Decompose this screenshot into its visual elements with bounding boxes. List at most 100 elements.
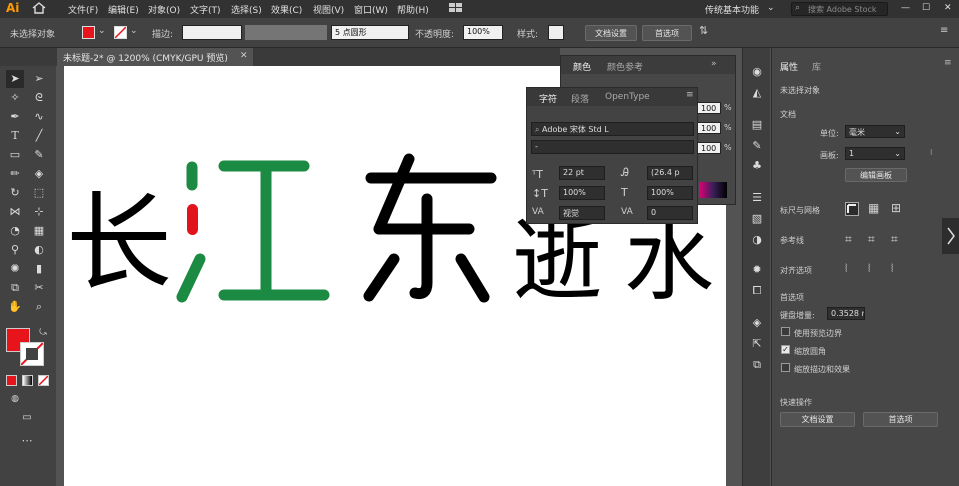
artboard-select[interactable]: 1 ⌄ <box>845 147 905 160</box>
align-to-key-icon[interactable]: ⦚ <box>868 262 870 276</box>
opacity-input[interactable]: 100% <box>463 25 503 40</box>
color-value-2[interactable]: 100 <box>697 122 721 134</box>
pencil-icon[interactable]: ✏ <box>6 165 24 183</box>
scale-tool-icon[interactable]: ⬚ <box>30 184 48 202</box>
menu-object[interactable]: 对象(O) <box>148 3 180 16</box>
graphic-style-swatch[interactable] <box>548 25 564 40</box>
maximize-button[interactable]: ☐ <box>922 3 930 13</box>
color-panel-tab[interactable]: 颜色 <box>573 60 591 73</box>
lasso-icon[interactable]: ᘓ <box>30 89 48 107</box>
scale-corners-checkbox[interactable]: ✓ <box>781 345 790 354</box>
keyboard-increment-input[interactable]: 0.3528 m <box>827 307 865 320</box>
color-value-1[interactable]: 100 <box>697 102 721 114</box>
control-bar-menu-icon[interactable]: ≡ <box>940 25 948 36</box>
artboard-tool-icon[interactable]: ⧉ <box>6 279 24 297</box>
grid-icon[interactable]: ▦ <box>868 201 879 215</box>
panel-menu-icon[interactable]: ≡ <box>686 90 694 100</box>
gradient-panel-icon[interactable]: ▧ <box>748 210 766 228</box>
color-guide-icon[interactable]: ◭ <box>748 84 766 102</box>
menu-select[interactable]: 选择(S) <box>231 3 262 16</box>
opentype-tab[interactable]: OpenType <box>605 92 650 102</box>
leading-input[interactable]: (26.4 p <box>647 166 693 180</box>
direct-selection-tool-icon[interactable]: ➢ <box>30 70 48 88</box>
smart-guides-icon[interactable]: ⌗ <box>891 232 898 247</box>
rulers-icon[interactable] <box>845 202 859 216</box>
font-family-select[interactable]: ⌕ Adobe 宋体 Std L <box>531 122 694 136</box>
character-tab[interactable]: 字符 <box>539 92 557 105</box>
preview-bounds-checkbox[interactable] <box>781 327 790 336</box>
transparency-icon[interactable]: ◑ <box>748 231 766 249</box>
menu-type[interactable]: 文字(T) <box>190 3 221 16</box>
export-icon[interactable]: ⇱ <box>748 335 766 353</box>
symbol-sprayer-icon[interactable]: ✺ <box>6 260 24 278</box>
menu-view[interactable]: 视图(V) <box>313 3 344 16</box>
font-style-select[interactable]: - <box>531 140 694 154</box>
document-tab[interactable]: 未标题-2* @ 1200% (CMYK/GPU 预览) ✕ <box>57 48 253 66</box>
stroke-swatch[interactable] <box>114 26 127 39</box>
paragraph-tab[interactable]: 段落 <box>571 92 589 105</box>
symbols-icon[interactable]: ♣ <box>748 157 766 175</box>
brush-definition[interactable]: 5 点圆形 <box>331 25 409 40</box>
properties-tab[interactable]: 属性 <box>780 60 798 73</box>
minimize-button[interactable]: — <box>901 3 910 13</box>
align-to-pixel-icon[interactable]: ⦚ <box>845 262 847 276</box>
magic-wand-icon[interactable]: ✧ <box>6 89 24 107</box>
variable-width-profile[interactable] <box>245 25 327 40</box>
stock-search[interactable]: ⌕ 搜索 Adobe Stock <box>791 2 888 16</box>
menu-window[interactable]: 窗口(W) <box>354 3 388 16</box>
kerning-input[interactable]: 视觉 <box>559 206 605 220</box>
graph-tool-icon[interactable]: ▮ <box>30 260 48 278</box>
gradient-mode-button[interactable] <box>22 375 33 386</box>
collapse-panel-button[interactable] <box>942 218 959 254</box>
menu-effect[interactable]: 效果(C) <box>271 3 302 16</box>
layers-icon[interactable]: ◈ <box>748 314 766 332</box>
quick-preferences-button[interactable]: 首选项 <box>863 412 938 427</box>
swatches-icon[interactable]: ▤ <box>748 116 766 134</box>
menu-edit[interactable]: 编辑(E) <box>108 3 139 16</box>
screen-mode-icon[interactable]: ▭ <box>18 409 36 427</box>
properties-menu-icon[interactable]: ≡ <box>944 58 952 68</box>
more-tools-icon[interactable]: ⋯ <box>18 432 36 450</box>
gradient-tool-icon[interactable]: ▦ <box>30 222 48 240</box>
menu-help[interactable]: 帮助(H) <box>397 3 429 16</box>
font-size-input[interactable]: 22 pt <box>559 166 605 180</box>
graphic-styles-icon[interactable]: ⧠ <box>748 282 766 300</box>
units-select[interactable]: 毫米 ⌄ <box>845 125 905 138</box>
line-tool-icon[interactable]: ╱ <box>30 127 48 145</box>
swap-colors-icon[interactable]: ⤿ <box>34 324 52 342</box>
artboards-panel-icon[interactable]: ⧉ <box>748 356 766 374</box>
workspace-switcher[interactable]: 传统基本功能 <box>705 3 759 16</box>
close-button[interactable]: ✕ <box>944 3 952 13</box>
home-icon[interactable] <box>32 2 46 14</box>
horizontal-scale-input[interactable]: 100% <box>647 186 693 200</box>
paintbrush-icon[interactable]: ✎ <box>30 146 48 164</box>
color-mode-button[interactable] <box>6 375 17 386</box>
slice-tool-icon[interactable]: ✂ <box>30 279 48 297</box>
color-guide-tab[interactable]: 颜色参考 <box>607 60 643 73</box>
zoom-tool-icon[interactable]: ⌕ <box>30 298 48 316</box>
lock-guides-icon[interactable]: ⌗ <box>868 232 875 247</box>
rectangle-tool-icon[interactable]: ▭ <box>6 146 24 164</box>
width-tool-icon[interactable]: ⋈ <box>6 203 24 221</box>
color-value-3[interactable]: 100 <box>697 142 721 154</box>
curvature-tool-icon[interactable]: ∿ <box>30 108 48 126</box>
pixel-grid-icon[interactable]: ⊞ <box>891 201 901 215</box>
color-panel-collapse-icon[interactable]: » <box>711 59 717 69</box>
preferences-button[interactable]: 首选项 <box>642 25 692 41</box>
appearance-icon[interactable]: ✹ <box>748 261 766 279</box>
stroke-color-box[interactable] <box>20 342 44 366</box>
rotate-tool-icon[interactable]: ↻ <box>6 184 24 202</box>
color-panel-icon[interactable]: ◉ <box>748 63 766 81</box>
vertical-scale-input[interactable]: 100% <box>559 186 605 200</box>
hand-tool-icon[interactable]: ✋ <box>6 298 24 316</box>
edit-artboards-button[interactable]: 编辑画板 <box>845 168 907 182</box>
brushes-icon[interactable]: ✎ <box>748 137 766 155</box>
tracking-input[interactable]: 0 <box>647 206 693 220</box>
blend-tool-icon[interactable]: ◐ <box>30 241 48 259</box>
arrange-documents-icon[interactable] <box>449 3 463 13</box>
align-to-artboard-icon[interactable]: ⦚ <box>891 262 893 276</box>
artboard-options-icon[interactable]: ⁝ <box>930 148 933 157</box>
document-setup-button[interactable]: 文档设置 <box>585 25 637 41</box>
stroke-weight-input[interactable] <box>182 25 242 40</box>
quick-document-setup-button[interactable]: 文档设置 <box>780 412 855 427</box>
